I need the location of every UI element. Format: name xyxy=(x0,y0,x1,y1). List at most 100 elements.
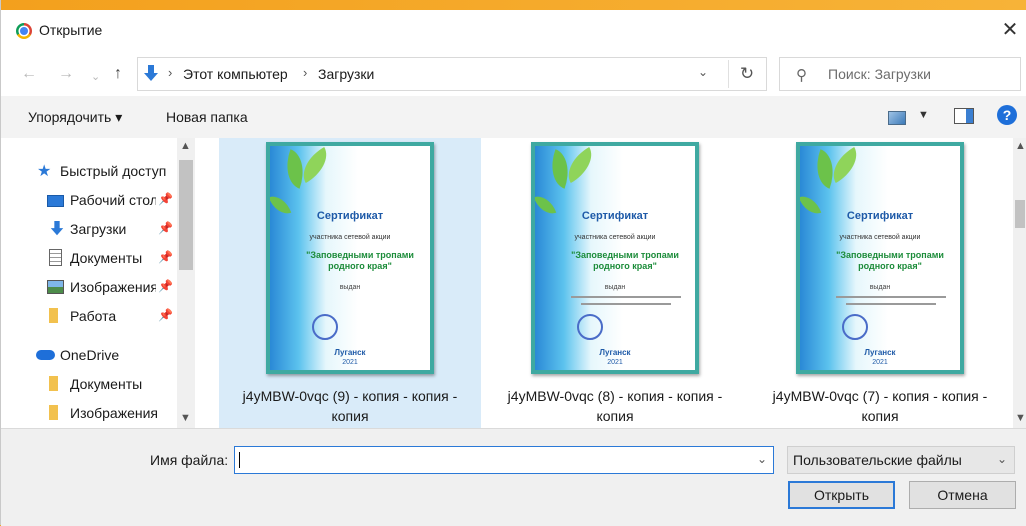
crumb-this-pc[interactable]: Этот компьютер xyxy=(183,66,288,82)
handwritten-line xyxy=(571,296,681,298)
address-row: ← → ⌄ ↑ › Этот компьютер › Загрузки ⌄ ↻ … xyxy=(1,52,1026,96)
pin-icon[interactable]: 📌 xyxy=(158,192,173,206)
certificate-subtitle: участника сетевой акции xyxy=(839,234,921,241)
file-tile[interactable]: Сертификат участника сетевой акции "Запо… xyxy=(484,138,746,428)
nav-item-label: Работа xyxy=(70,308,117,324)
up-arrow-icon[interactable]: ↑ xyxy=(114,64,122,84)
certificate-title: Сертификат xyxy=(316,210,384,222)
certificate-year: 2021 xyxy=(607,359,623,366)
seal-stamp xyxy=(312,314,338,340)
file-name: j4yMBW-0vqc (8) - копия - копия - копия xyxy=(507,388,723,424)
nav-item-onedrive-images[interactable]: Изображения xyxy=(1,400,176,428)
address-bar[interactable]: › Этот компьютер › Загрузки ⌄ ↻ xyxy=(137,57,767,91)
images-icon xyxy=(47,280,64,294)
certificate-city: Луганск xyxy=(334,348,366,357)
certificate-title: Сертификат xyxy=(846,210,914,222)
star-icon: ★ xyxy=(37,163,52,180)
refresh-icon[interactable]: ↻ xyxy=(728,60,765,88)
open-button[interactable]: Открыть xyxy=(788,481,895,509)
scroll-up-icon[interactable]: ▲ xyxy=(180,140,191,152)
nav-item-images[interactable]: Изображения 📌 xyxy=(1,274,176,302)
nav-item-onedrive-documents[interactable]: Документы xyxy=(1,371,176,399)
file-name: j4yMBW-0vqc (9) - копия - копия - копия xyxy=(242,388,458,424)
folder-icon xyxy=(49,405,58,420)
nav-item-documents[interactable]: Документы 📌 xyxy=(1,245,176,273)
nav-item-label: Рабочий стол xyxy=(70,192,156,208)
scroll-down-icon[interactable]: ▼ xyxy=(1015,412,1026,424)
open-file-dialog: Открытие ✕ ← → ⌄ ↑ › Этот компьютер › За… xyxy=(0,0,1026,526)
nav-item-label: Быстрый доступ xyxy=(60,163,167,179)
filetype-value: Пользовательские файлы xyxy=(793,452,962,468)
scrollbar-thumb[interactable] xyxy=(179,160,193,270)
nav-item-label: Документы xyxy=(70,250,143,266)
new-folder-button[interactable]: Новая папка xyxy=(166,109,248,125)
certificate-title: Сертификат xyxy=(581,210,649,222)
back-arrow-icon[interactable]: ← xyxy=(21,64,37,84)
help-icon[interactable]: ? xyxy=(997,105,1017,125)
search-input[interactable]: ⚲ Поиск: Загрузки xyxy=(779,57,1021,91)
recent-locations-chevron-icon[interactable]: ⌄ xyxy=(91,67,100,87)
download-icon xyxy=(144,65,158,81)
seal-stamp xyxy=(577,314,603,340)
filetype-chevron-icon: ⌄ xyxy=(996,452,1007,466)
nav-quick-access[interactable]: ★ Быстрый доступ xyxy=(1,158,176,186)
nav-item-desktop[interactable]: Рабочий стол 📌 xyxy=(1,187,176,215)
background-strip xyxy=(1,0,1026,10)
pin-icon[interactable]: 📌 xyxy=(158,308,173,322)
navigation-pane: ★ Быстрый доступ Рабочий стол 📌 Загрузки… xyxy=(1,138,197,428)
certificate-city: Луганск xyxy=(864,348,896,357)
preview-pane-icon[interactable] xyxy=(954,108,974,124)
certificate-issued: выдан xyxy=(604,284,626,291)
nav-item-label: Документы xyxy=(70,376,143,392)
close-icon[interactable]: ✕ xyxy=(999,18,1021,42)
certificate-thumbnail: Сертификат участника сетевой акции "Запо… xyxy=(796,142,964,374)
toolbar: Упорядочить ▾ Новая папка ▼ ? xyxy=(1,96,1026,139)
crumb-separator-icon: › xyxy=(168,65,173,80)
nav-item-label: Изображения xyxy=(70,405,158,421)
file-tile[interactable]: Сертификат участника сетевой акции "Запо… xyxy=(749,138,1011,428)
cloud-icon xyxy=(36,350,55,360)
pin-icon[interactable]: 📌 xyxy=(158,279,173,293)
cancel-button[interactable]: Отмена xyxy=(909,481,1016,509)
certificate-quote: "Заповедными тропами родного края" xyxy=(571,250,679,271)
view-options-chevron-icon[interactable]: ▼ xyxy=(918,109,929,121)
certificate-thumbnail: Сертификат участника сетевой акции "Запо… xyxy=(266,142,434,374)
organize-button[interactable]: Упорядочить ▾ xyxy=(28,109,122,126)
certificate-issued: выдан xyxy=(339,284,361,291)
crumb-downloads[interactable]: Загрузки xyxy=(318,66,374,82)
nav-item-label: Изображения xyxy=(70,279,156,295)
file-list-scrollbar[interactable]: ▲ ▼ xyxy=(1013,138,1026,428)
nav-onedrive[interactable]: OneDrive xyxy=(1,342,176,370)
address-dropdown-chevron-icon[interactable]: ⌄ xyxy=(698,65,708,79)
filename-label: Имя файла: xyxy=(150,452,229,468)
forward-arrow-icon[interactable]: → xyxy=(58,64,74,84)
filename-input[interactable]: ⌄ xyxy=(234,446,774,474)
handwritten-line xyxy=(846,303,936,305)
scrollbar-thumb[interactable] xyxy=(1015,200,1025,228)
nav-item-work[interactable]: Работа 📌 xyxy=(1,303,176,331)
documents-icon xyxy=(49,249,62,266)
nav-item-label: OneDrive xyxy=(60,347,120,363)
dialog-footer: Имя файла: ⌄ Пользовательские файлы ⌄ От… xyxy=(1,428,1026,526)
file-tile[interactable]: Сертификат участника сетевой акции "Запо… xyxy=(219,138,481,428)
crumb-separator-icon: › xyxy=(303,65,308,80)
file-list: Сертификат участника сетевой акции "Запо… xyxy=(197,138,1013,428)
change-view-icon[interactable] xyxy=(888,111,906,125)
folder-icon xyxy=(49,376,58,391)
nav-item-label: Загрузки xyxy=(70,221,127,237)
filename-dropdown-chevron-icon[interactable]: ⌄ xyxy=(757,452,767,466)
nav-item-downloads[interactable]: Загрузки 📌 xyxy=(1,216,176,244)
pin-icon[interactable]: 📌 xyxy=(158,250,173,264)
nav-scrollbar[interactable]: ▲ ▼ xyxy=(177,138,195,428)
folder-icon xyxy=(49,308,58,323)
certificate-year: 2021 xyxy=(342,359,358,366)
file-name: j4yMBW-0vqc (7) - копия - копия - копия xyxy=(772,388,988,424)
certificate-subtitle: участника сетевой акции xyxy=(309,234,391,241)
pin-icon[interactable]: 📌 xyxy=(158,221,173,235)
certificate-quote: "Заповедными тропами родного края" xyxy=(306,250,414,271)
filetype-select[interactable]: Пользовательские файлы ⌄ xyxy=(787,446,1015,474)
handwritten-line xyxy=(836,296,946,298)
scroll-down-icon[interactable]: ▼ xyxy=(180,412,191,424)
scroll-up-icon[interactable]: ▲ xyxy=(1015,140,1026,152)
text-caret xyxy=(239,452,240,468)
